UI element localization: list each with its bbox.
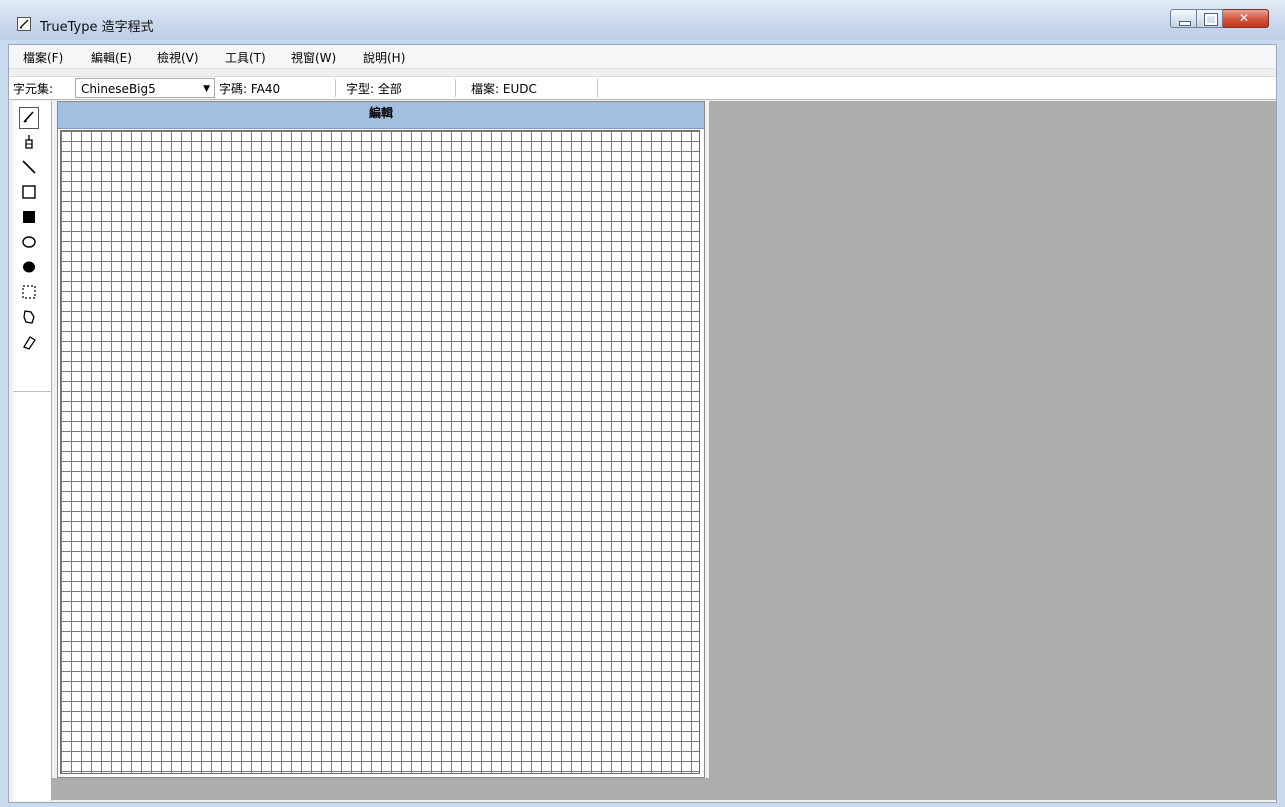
menu-view[interactable]: 檢視(V): [157, 49, 199, 66]
charset-select[interactable]: ChineseBig5 ▼: [75, 78, 215, 98]
rectangle-select-icon: [21, 284, 37, 303]
info-toolbar: 字元集: ChineseBig5 ▼ 字碼: FA40 字型: 全部 檔案: E…: [9, 76, 1276, 100]
filled-rectangle-tool[interactable]: [19, 207, 39, 229]
tool-palette: [13, 101, 52, 801]
brush-tool[interactable]: [19, 132, 39, 154]
line-tool[interactable]: [19, 157, 39, 179]
menu-window[interactable]: 視窗(W): [291, 49, 336, 66]
menu-tools[interactable]: 工具(T): [225, 49, 266, 66]
hollow-ellipse-tool[interactable]: [19, 232, 39, 254]
palette-divider: [13, 391, 51, 392]
hollow-rectangle-tool[interactable]: [19, 182, 39, 204]
eraser-icon: [21, 334, 37, 353]
menu-bar: 檔案(F) 編輯(E) 檢視(V) 工具(T) 視窗(W) 說明(H): [9, 45, 1276, 69]
title-bar[interactable]: TrueType 造字程式: [0, 0, 1285, 40]
menu-edit[interactable]: 編輯(E): [91, 49, 132, 66]
hollow-ellipse-icon: [21, 234, 37, 253]
maximize-button[interactable]: [1197, 9, 1223, 28]
menu-help[interactable]: 說明(H): [363, 49, 405, 66]
toolbar-separator: [455, 79, 456, 97]
rectangle-select-tool[interactable]: [19, 282, 39, 304]
char-code-label: 字碼: FA40: [219, 82, 281, 96]
glyph-edit-grid[interactable]: [60, 130, 700, 774]
minimize-button[interactable]: [1170, 9, 1197, 28]
pencil-icon: [21, 109, 37, 128]
chevron-down-icon[interactable]: ▼: [203, 84, 210, 94]
app-window: TrueType 造字程式 檔案(F) 編輯(E) 檢視(V) 工具(T) 視窗…: [0, 0, 1285, 807]
freeform-select-icon: [21, 309, 37, 328]
client-area: 檔案(F) 編輯(E) 檢視(V) 工具(T) 視窗(W) 說明(H) 字元集:…: [8, 44, 1277, 803]
close-button[interactable]: [1223, 9, 1269, 28]
freeform-select-tool[interactable]: [19, 307, 39, 329]
charset-label: 字元集:: [13, 82, 54, 96]
filled-rectangle-icon: [21, 209, 37, 228]
filled-ellipse-icon: [21, 259, 37, 278]
filled-ellipse-tool[interactable]: [19, 257, 39, 279]
line-icon: [21, 159, 37, 178]
charset-value: ChineseBig5: [81, 82, 156, 96]
hollow-rectangle-icon: [21, 184, 37, 203]
font-label: 字型: 全部: [346, 82, 402, 96]
caption-buttons: [1170, 9, 1269, 30]
workspace-background: [709, 101, 1276, 800]
file-label: 檔案: EUDC: [471, 82, 537, 96]
toolbar-separator: [597, 79, 598, 97]
pencil-edit-icon: [17, 17, 31, 31]
edit-panel-header: 編輯: [58, 102, 704, 129]
edit-panel: 編輯: [57, 101, 705, 778]
pencil-tool[interactable]: [19, 107, 39, 129]
brush-icon: [22, 134, 36, 153]
workspace-bottom: [51, 778, 709, 800]
toolbar-separator: [335, 79, 336, 97]
menu-file[interactable]: 檔案(F): [23, 49, 63, 66]
window-title: TrueType 造字程式: [40, 20, 154, 35]
eraser-tool[interactable]: [19, 332, 39, 354]
